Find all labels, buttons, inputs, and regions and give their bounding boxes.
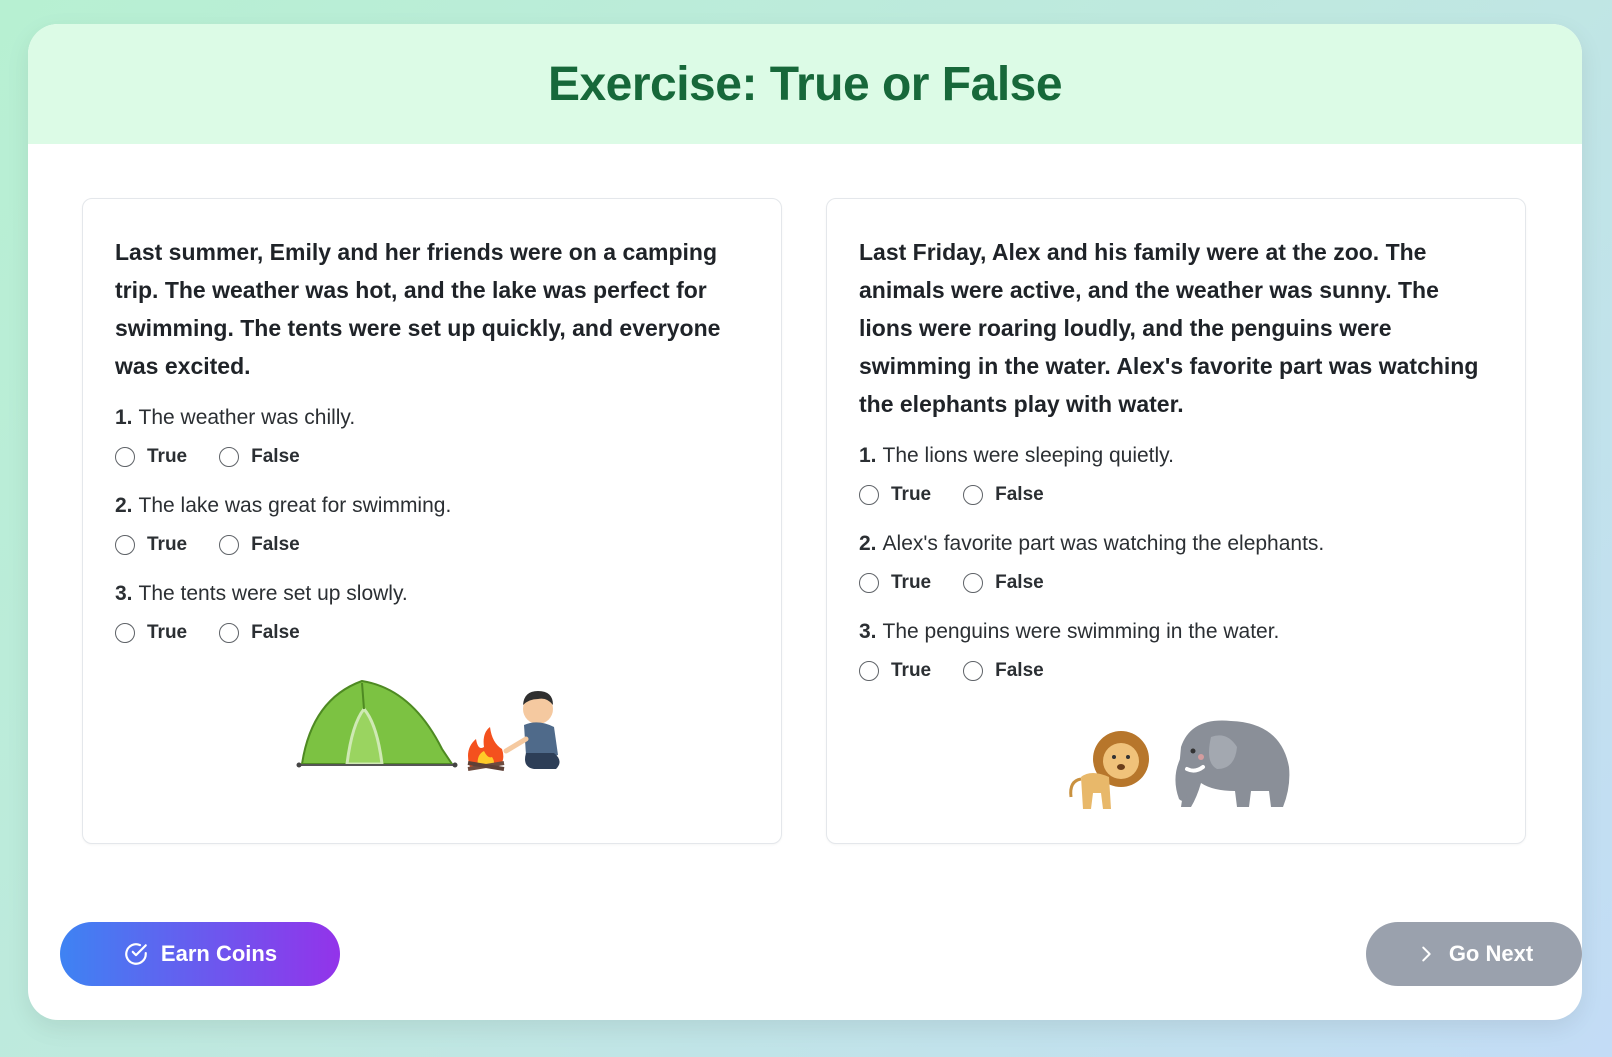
option-true[interactable]: True (115, 446, 187, 468)
question-text: The penguins were swimming in the water. (882, 620, 1280, 643)
exercise-panel-zoo: Last Friday, Alex and his family were at… (826, 198, 1526, 844)
lion-and-elephant-icon (859, 707, 1493, 817)
earn-coins-button[interactable]: Earn Coins (60, 922, 340, 986)
page-title: Exercise: True or False (547, 57, 1063, 111)
radio-button[interactable] (219, 447, 240, 467)
question-text: Alex's favorite part was watching the el… (882, 532, 1325, 555)
camping-illustration (296, 679, 560, 771)
answer-options: True False (859, 567, 1493, 599)
option-true[interactable]: True (115, 534, 187, 556)
question-item: 2. The lake was great for swimming. True … (115, 491, 749, 561)
passage-text: Last Friday, Alex and his family were at… (859, 239, 1479, 417)
answer-options: True False (115, 529, 749, 561)
question-number: 1. (115, 406, 133, 429)
question-item: 1. The weather was chilly. True False (115, 403, 749, 473)
zoo-illustration (1069, 720, 1290, 809)
answer-options: True False (115, 441, 749, 473)
radio-button[interactable] (859, 661, 879, 681)
option-false[interactable]: False (219, 622, 300, 644)
radio-button[interactable] (963, 661, 984, 681)
question-item: 1. The lions were sleeping quietly. True … (859, 441, 1493, 511)
question-number: 2. (115, 494, 133, 517)
answer-options: True False (115, 617, 749, 649)
radio-button[interactable] (219, 623, 240, 643)
check-circle-icon (123, 941, 149, 967)
exercise-panel-camping: Last summer, Emily and her friends were … (82, 198, 782, 844)
option-false[interactable]: False (963, 572, 1044, 594)
option-false[interactable]: False (963, 660, 1044, 682)
exercise-card: Exercise: True or False Last summer, Emi… (28, 24, 1582, 1020)
answer-options: True False (859, 655, 1493, 687)
option-true[interactable]: True (115, 622, 187, 644)
question-number: 2. (859, 532, 877, 555)
question-text: The weather was chilly. (138, 406, 356, 429)
radio-button[interactable] (115, 535, 135, 555)
question-number: 1. (859, 444, 877, 467)
tent-and-campfire-icon (115, 669, 749, 779)
question-text: The lake was great for swimming. (138, 494, 452, 517)
question-text: The tents were set up slowly. (138, 582, 408, 605)
radio-button[interactable] (963, 485, 984, 505)
option-true[interactable]: True (859, 484, 931, 506)
go-next-label: Go Next (1448, 941, 1534, 966)
option-false[interactable]: False (219, 534, 300, 556)
question-item: 2. Alex's favorite part was watching the … (859, 529, 1493, 599)
go-next-button[interactable]: Go Next (1366, 922, 1582, 986)
radio-button[interactable] (115, 447, 135, 467)
radio-button[interactable] (859, 573, 879, 593)
earn-coins-label: Earn Coins (160, 941, 278, 966)
question-number: 3. (115, 582, 133, 605)
question-item: 3. The tents were set up slowly. True Fal… (115, 579, 749, 649)
radio-button[interactable] (219, 535, 240, 555)
passage-text: Last summer, Emily and her friends were … (115, 239, 721, 379)
question-item: 3. The penguins were swimming in the wate… (859, 617, 1493, 687)
option-true[interactable]: True (859, 660, 931, 682)
chevron-right-icon (1415, 943, 1437, 965)
question-number: 3. (859, 620, 877, 643)
exercise-header: Exercise: True or False (28, 24, 1582, 144)
option-false[interactable]: False (219, 446, 300, 468)
option-true[interactable]: True (859, 572, 931, 594)
answer-options: True False (859, 479, 1493, 511)
option-false[interactable]: False (963, 484, 1044, 506)
question-text: The lions were sleeping quietly. (882, 444, 1174, 467)
radio-button[interactable] (859, 485, 879, 505)
radio-button[interactable] (115, 623, 135, 643)
radio-button[interactable] (963, 573, 984, 593)
